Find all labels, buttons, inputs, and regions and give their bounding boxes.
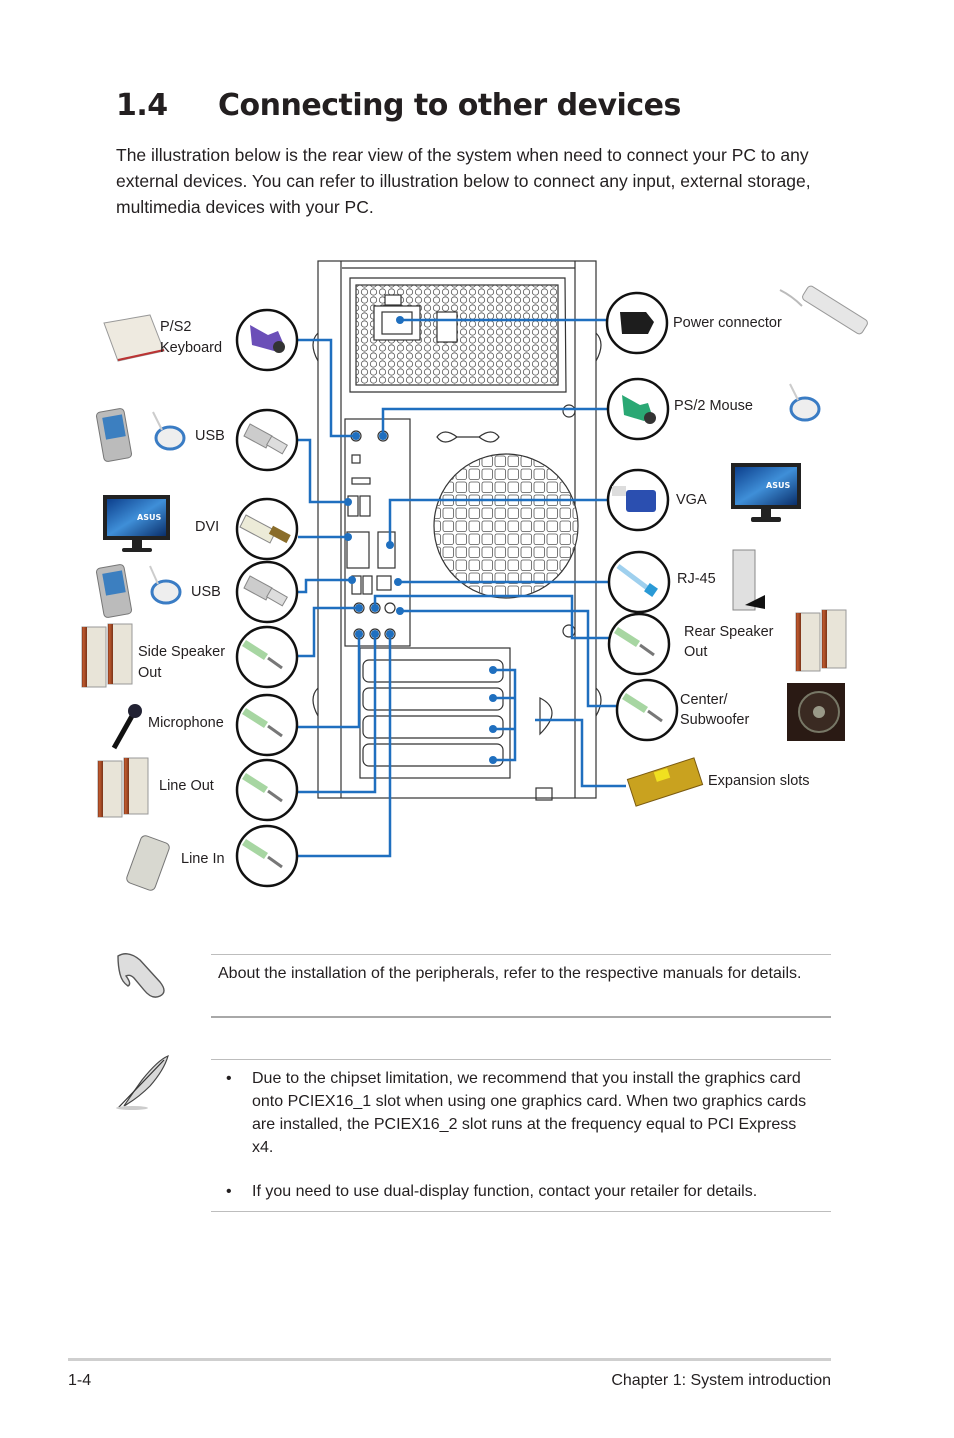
- feather-note-icon: [116, 1054, 169, 1110]
- pda-icon-2: [96, 564, 132, 618]
- pda-icon: [96, 408, 132, 462]
- usb-top-connector-icon: [235, 408, 299, 472]
- power-supply: [349, 277, 567, 393]
- card-reader-icon-2: [149, 565, 182, 605]
- label-rear-speaker-line2: Out: [684, 644, 708, 660]
- page-number: 1-4: [68, 1372, 92, 1389]
- ps2-mouse-connector-icon: [606, 377, 670, 441]
- label-power-connector: Power connector: [673, 315, 782, 331]
- label-line-out: Line Out: [159, 778, 214, 794]
- power-connector-icon: [605, 291, 669, 355]
- note-bullet-1: Due to the chipset limitation, we recomm…: [252, 1070, 807, 1156]
- router-icon: [732, 549, 765, 611]
- microphone-jack-icon: [235, 693, 299, 757]
- note-bottom-rule: [211, 1211, 831, 1212]
- note-top-rule: [211, 1059, 831, 1060]
- label-center-line1: Center/: [680, 692, 728, 708]
- label-vga: VGA: [676, 492, 707, 508]
- caution-note-text: About the installation of the peripheral…: [218, 965, 802, 982]
- caution-top-rule: [211, 954, 831, 955]
- label-expansion-slots: Expansion slots: [708, 773, 810, 789]
- chapter-title: Chapter 1: System introduction: [611, 1372, 831, 1389]
- label-usb-bottom: USB: [191, 584, 221, 600]
- usb-bottom-connector-icon: [235, 560, 299, 624]
- hand-caution-icon: [117, 953, 165, 998]
- mouse-card-reader-icon: [789, 383, 821, 422]
- label-ps2-keyboard-line1: P/S2: [160, 319, 192, 335]
- label-microphone: Microphone: [148, 715, 224, 731]
- monitor-brand-left: ASUS: [137, 513, 161, 522]
- side-speaker-jack-icon: [235, 625, 299, 689]
- power-strip-icon: [779, 285, 868, 335]
- label-side-speaker-line1: Side Speaker: [138, 644, 226, 660]
- label-rear-speaker-line1: Rear Speaker: [684, 624, 774, 640]
- expansion-card-icon: [626, 757, 704, 807]
- ps2-keyboard-connector-icon: [235, 308, 299, 372]
- dvi-connector-icon: [235, 497, 299, 561]
- label-side-speaker-line2: Out: [138, 665, 162, 681]
- label-center-line2: Subwoofer: [680, 712, 750, 728]
- monitor-brand-right: ASUS: [766, 481, 790, 490]
- line-out-speakers-icon: [97, 757, 149, 818]
- note-bullet-2: If you need to use dual-display function…: [252, 1183, 758, 1200]
- bullet-1-marker: •: [226, 1070, 232, 1087]
- keyboard-icon: [103, 314, 165, 362]
- vga-connector-icon: [606, 468, 670, 532]
- rear-speaker-jack-icon: [607, 612, 671, 676]
- caution-bottom-rule: [211, 1016, 831, 1018]
- voice-recorder-icon: [126, 835, 170, 891]
- rj45-connector-icon: [607, 550, 671, 614]
- label-line-in: Line In: [181, 851, 225, 867]
- rear-panel-diagram: ASUS ASUS: [81, 260, 868, 891]
- label-ps2-keyboard-line2: Keyboard: [160, 340, 223, 356]
- label-dvi: DVI: [195, 519, 220, 535]
- line-in-jack-icon: [235, 824, 299, 888]
- dvi-monitor-icon: ASUS: [103, 495, 170, 552]
- card-reader-icon: [152, 411, 186, 451]
- center-subwoofer-jack-icon: [615, 678, 679, 742]
- microphone-icon: [111, 704, 142, 750]
- label-rj45: RJ-45: [677, 571, 716, 587]
- side-speakers-icon: [81, 623, 133, 688]
- vga-monitor-icon: ASUS: [731, 463, 801, 522]
- line-out-jack-icon: [235, 758, 299, 822]
- footer-rule: [68, 1358, 831, 1361]
- label-usb-top: USB: [195, 428, 225, 444]
- subwoofer-icon: [787, 683, 845, 741]
- rear-speakers-icon: [795, 609, 847, 672]
- bullet-2-marker: •: [226, 1183, 232, 1200]
- label-ps2-mouse: PS/2 Mouse: [674, 398, 753, 414]
